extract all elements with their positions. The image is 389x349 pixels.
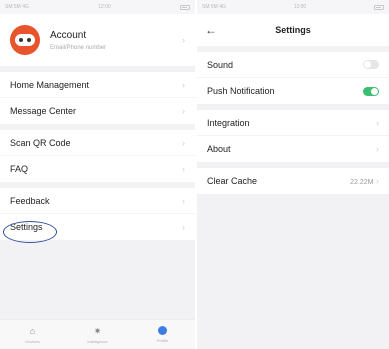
setting-label: Integration <box>207 117 250 128</box>
tab-profile[interactable]: Profile <box>130 320 195 349</box>
battery-icon <box>373 4 384 10</box>
clock-text: 12:00 <box>293 4 307 10</box>
settings-header: ← Settings <box>197 14 389 46</box>
setting-sound: Sound <box>197 52 389 78</box>
chevron-right-icon: › <box>182 222 185 232</box>
account-title: Account <box>50 29 87 41</box>
avatar <box>10 25 40 55</box>
menu-item-settings[interactable]: Settings › <box>0 214 195 240</box>
tab-label: Intelligence <box>87 338 108 344</box>
signal-text: SM 5M 4G <box>5 4 29 10</box>
setting-integration[interactable]: Integration › <box>197 110 389 136</box>
chevron-right-icon: › <box>182 106 185 116</box>
menu-item-label: Scan QR Code <box>10 137 71 148</box>
setting-push-notification: Push Notification <box>197 78 389 104</box>
tab-label: Devices <box>25 338 40 344</box>
settings-group-2: Integration › About › <box>197 110 389 162</box>
chevron-right-icon: › <box>182 35 185 45</box>
chevron-right-icon: › <box>376 176 379 186</box>
menu-item-faq[interactable]: FAQ › <box>0 156 195 182</box>
menu-item-message-center[interactable]: Message Center › <box>0 98 195 124</box>
account-subtitle: Email/Phone number <box>50 44 107 51</box>
home-icon: ⌂ <box>29 325 36 336</box>
chevron-right-icon: › <box>376 117 379 128</box>
setting-clear-cache[interactable]: Clear Cache 22.22M › <box>197 168 389 194</box>
menu-item-label: Feedback <box>10 195 50 206</box>
menu-item-feedback[interactable]: Feedback › <box>0 188 195 214</box>
battery-icon <box>179 4 190 10</box>
push-notification-toggle[interactable] <box>363 86 379 96</box>
page-title: Settings <box>275 25 311 35</box>
settings-group-3: Clear Cache 22.22M › <box>197 168 389 194</box>
chevron-right-icon: › <box>182 195 185 206</box>
menu-group-3: Feedback › Settings › <box>0 188 195 240</box>
tab-intelligence[interactable]: ✷ Intelligence <box>65 320 130 349</box>
sun-icon: ✷ <box>93 325 102 336</box>
tab-label: Profile <box>156 338 169 343</box>
menu-item-label: Home Management <box>10 79 90 90</box>
menu-item-scan-qr-code[interactable]: Scan QR Code › <box>0 130 195 156</box>
chevron-right-icon: › <box>182 79 185 90</box>
menu-item-home-management[interactable]: Home Management › <box>0 72 195 98</box>
status-bar: SM 5M 4G 12:00 <box>0 0 195 14</box>
sound-toggle[interactable] <box>363 60 379 69</box>
tab-devices[interactable]: ⌂ Devices <box>0 320 65 349</box>
signal-text: SM 5M 4G <box>202 4 226 10</box>
chevron-right-icon: › <box>376 144 379 154</box>
menu-item-label: FAQ <box>10 164 29 174</box>
status-bar: SM 5M 4G 12:00 <box>197 0 389 14</box>
settings-screen: SM 5M 4G 12:00 ← Settings Sound Push Not… <box>197 0 389 349</box>
setting-label: Sound <box>207 59 234 70</box>
menu-item-label: Settings <box>10 222 43 232</box>
setting-label: About <box>207 144 231 154</box>
chevron-right-icon: › <box>182 164 185 174</box>
tab-bar: ⌂ Devices ✷ Intelligence Profile <box>0 319 195 349</box>
setting-label: Clear Cache <box>207 176 258 186</box>
setting-about[interactable]: About › <box>197 136 389 162</box>
menu-item-label: Message Center <box>10 106 77 116</box>
account-card[interactable]: Account Email/Phone number › <box>0 14 195 66</box>
chevron-right-icon: › <box>182 137 185 148</box>
settings-group-1: Sound Push Notification <box>197 52 389 104</box>
cache-size-value: 22.22M <box>350 179 374 186</box>
profile-screen: SM 5M 4G 12:00 Account Email/Phone numbe… <box>0 0 195 349</box>
clock-text: 12:00 <box>98 4 111 10</box>
back-arrow-icon[interactable]: ← <box>205 23 217 37</box>
menu-group-2: Scan QR Code › FAQ › <box>0 130 195 182</box>
setting-label: Push Notification <box>207 86 275 96</box>
profile-icon <box>158 326 167 335</box>
menu-group-1: Home Management › Message Center › <box>0 72 195 124</box>
